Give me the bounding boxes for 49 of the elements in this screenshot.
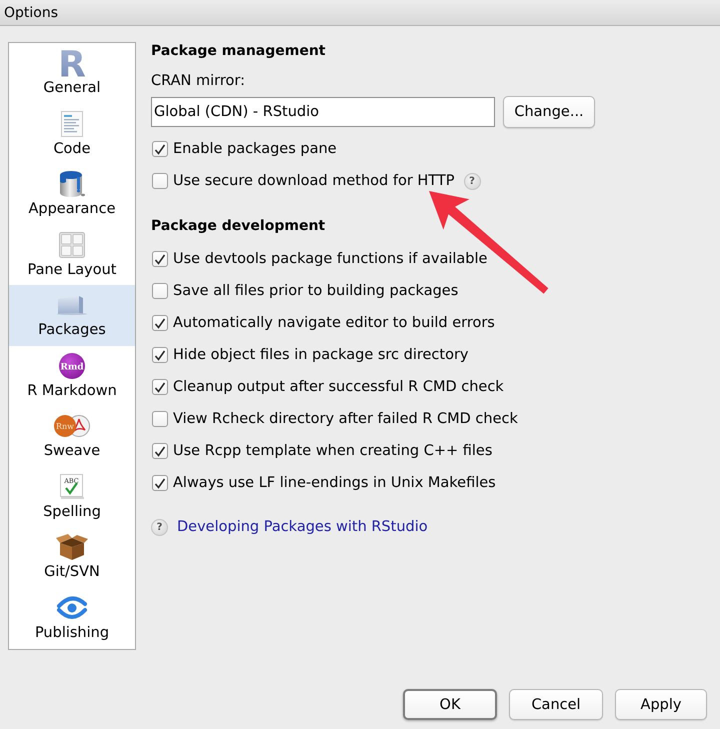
checkbox-label[interactable]: Use devtools package functions if available (173, 251, 488, 267)
checkbox-label[interactable]: Use Rcpp template when creating C++ files (173, 443, 492, 459)
grid-icon (59, 232, 85, 258)
checkbox[interactable] (152, 379, 168, 395)
cancel-button[interactable]: Cancel (509, 689, 603, 720)
help-icon[interactable]: ? (464, 172, 480, 190)
cardboard-box-icon (56, 534, 88, 560)
checkbox[interactable] (152, 443, 168, 459)
window-title: Options (4, 4, 58, 20)
box-icon (57, 295, 87, 315)
checkbox[interactable] (152, 173, 168, 189)
cran-mirror-field[interactable]: Global (CDN) - RStudio (151, 97, 495, 127)
sidebar-item[interactable]: Rmd R Markdown (9, 346, 135, 406)
checkbox-label[interactable]: Cleanup output after successful R CMD check (173, 379, 504, 395)
checkbox[interactable] (152, 475, 168, 491)
sidebar-item[interactable]: Rnw Sweave (9, 406, 135, 466)
checkbox[interactable] (152, 315, 168, 331)
checkbox[interactable] (152, 283, 168, 299)
sidebar-item[interactable]: Appearance (9, 164, 135, 224)
checkbox[interactable] (152, 251, 168, 267)
ok-button[interactable]: OK (403, 689, 497, 720)
checkbox-label[interactable]: Always use LF line-endings in Unix Makefiles (173, 475, 496, 491)
help-icon[interactable]: ? (151, 518, 168, 536)
checkbox-label[interactable]: View Rcheck directory after failed R CMD check (173, 411, 518, 427)
help-link[interactable]: Developing Packages with RStudio (177, 519, 428, 535)
apply-button[interactable]: Apply (615, 689, 707, 720)
sidebar-item[interactable]: Code (9, 104, 135, 164)
section-heading: Package management (151, 42, 326, 60)
section-heading: Package development (151, 217, 326, 235)
sidebar-item[interactable]: R General (9, 43, 135, 104)
sidebar-item[interactable]: Publishing (9, 588, 135, 648)
checkbox[interactable] (152, 411, 168, 427)
field-label: CRAN mirror: (151, 72, 245, 90)
rmd-badge-icon: Rmd (59, 352, 85, 378)
checkbox[interactable] (152, 141, 168, 157)
checkbox-label[interactable]: Use secure download method for HTTP (173, 173, 454, 189)
checkbox-label[interactable]: Save all files prior to building packages (173, 283, 458, 299)
document-icon (61, 110, 83, 136)
checkbox-label[interactable]: Automatically navigate editor to build errors (173, 315, 495, 331)
sidebar-item[interactable]: Pane Layout (9, 224, 135, 285)
checkbox-label[interactable]: Hide object files in package src directory (173, 347, 469, 363)
r-logo-icon: R (59, 50, 85, 76)
checkbox[interactable] (152, 347, 168, 363)
eye-icon (57, 596, 87, 620)
paint-can-icon (59, 170, 85, 198)
sidebar-item[interactable]: Git/SVN (9, 527, 135, 588)
sidebar-item[interactable]: Packages (9, 285, 135, 346)
change-button[interactable]: Change... (503, 96, 595, 128)
checkbox-label[interactable]: Enable packages pane (173, 141, 337, 157)
